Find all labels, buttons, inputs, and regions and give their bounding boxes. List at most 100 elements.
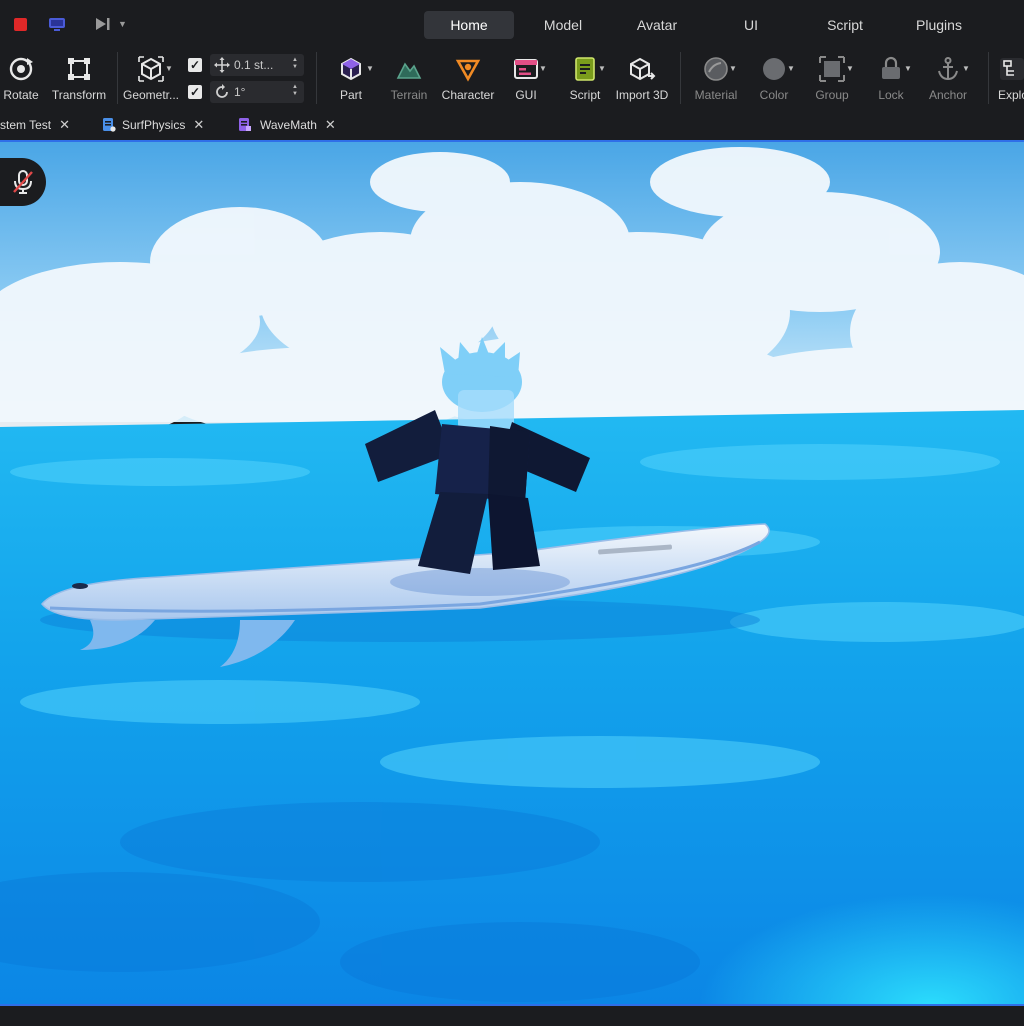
mic-muted-icon: [13, 170, 33, 194]
doc-tab-system-test[interactable]: stem Test ✕: [0, 110, 70, 140]
ribbon-divider: [117, 52, 118, 104]
status-bar: [0, 1004, 1024, 1026]
anchor-icon: [935, 54, 961, 84]
explorer-button[interactable]: Explo: [998, 46, 1024, 110]
mute-mic-button[interactable]: [0, 158, 46, 206]
part-icon: [338, 54, 364, 84]
script-label: Script: [569, 88, 601, 102]
script-button[interactable]: Script: [562, 46, 608, 110]
gui-button[interactable]: GUI: [504, 46, 548, 110]
group-icon: [819, 54, 845, 84]
screen-icon[interactable]: [48, 13, 66, 35]
stepper-icon[interactable]: ▲ ▼: [292, 84, 298, 98]
transform-icon: [66, 54, 92, 84]
script-file-icon: [103, 118, 116, 132]
ribbon-divider: [680, 52, 681, 104]
material-label: Material: [694, 88, 738, 102]
move-snap-value: 0.1 st...: [234, 58, 274, 72]
doc-tab-surfphysics[interactable]: SurfPhysics ✕: [102, 110, 204, 140]
title-bar: ▼ Home Model Avatar UI Script Plugins: [0, 0, 1024, 46]
close-icon[interactable]: ✕: [59, 117, 70, 133]
rotate-snap-value: 1°: [234, 85, 246, 99]
material-icon: [703, 54, 729, 84]
explorer-icon: [998, 54, 1024, 84]
tab-plugins[interactable]: Plugins: [894, 11, 984, 39]
character-button[interactable]: Character: [438, 46, 498, 110]
color-dropdown-icon[interactable]: ▼: [787, 64, 795, 73]
gui-dropdown-icon[interactable]: ▼: [539, 64, 547, 73]
character-icon: [455, 54, 481, 84]
material-dropdown-icon[interactable]: ▼: [729, 64, 737, 73]
geometry-icon: [138, 54, 164, 84]
script-icon: [572, 54, 598, 84]
surfboard-leash-plug: [72, 583, 88, 589]
import-3d-label: Import 3D: [615, 88, 669, 102]
doc-tab-wavemath[interactable]: WaveMath ✕: [238, 110, 336, 140]
part-dropdown-icon[interactable]: ▼: [366, 64, 374, 73]
move-snap-row: ✓ 0.1 st... ▲ ▼: [188, 54, 304, 76]
surf-scene: [0, 142, 1024, 1006]
group-label: Group: [815, 88, 849, 102]
stop-icon: [14, 17, 27, 31]
rotate-button[interactable]: Rotate: [0, 46, 42, 110]
group-dropdown-icon[interactable]: ▼: [846, 64, 854, 73]
step-play-icon[interactable]: [94, 13, 112, 35]
ribbon-divider: [988, 52, 989, 104]
part-label: Part: [339, 88, 362, 102]
doc-tab-label: stem Test: [0, 118, 52, 132]
lock-dropdown-icon[interactable]: ▼: [904, 64, 912, 73]
menu-tabs: Home Model Avatar UI Script Plugins: [424, 11, 984, 39]
import-3d-icon: [628, 54, 656, 84]
rotate-snap-input[interactable]: 1° ▲ ▼: [210, 81, 304, 103]
ribbon-divider: [316, 52, 317, 104]
rotate-snap-icon: [216, 84, 228, 98]
close-icon[interactable]: ✕: [193, 117, 204, 133]
document-tabs: stem Test ✕ SurfPhysics ✕ WaveMath ✕: [0, 110, 1024, 140]
anchor-dropdown-icon[interactable]: ▼: [962, 64, 970, 73]
tab-model[interactable]: Model: [518, 11, 608, 39]
ribbon-toolbar: Rotate Transform Geometr... ▼ ✓ 0.1 st..…: [0, 46, 1024, 110]
tab-script[interactable]: Script: [800, 11, 890, 39]
game-viewport[interactable]: [0, 140, 1024, 1006]
tab-ui[interactable]: UI: [706, 11, 796, 39]
lock-icon: [878, 54, 904, 84]
script-dropdown-icon[interactable]: ▼: [598, 64, 606, 73]
tab-home[interactable]: Home: [424, 11, 514, 39]
stepper-icon[interactable]: ▲ ▼: [292, 57, 298, 71]
color-icon: [761, 54, 787, 84]
move-snap-input[interactable]: 0.1 st... ▲ ▼: [210, 54, 304, 76]
rotate-snap-checkbox[interactable]: ✓: [188, 85, 202, 99]
close-icon[interactable]: ✕: [325, 117, 336, 133]
geometry-button[interactable]: Geometr...: [122, 46, 180, 110]
tab-avatar[interactable]: Avatar: [612, 11, 702, 39]
terrain-button[interactable]: Terrain: [386, 46, 432, 110]
group-button[interactable]: Group: [808, 46, 856, 110]
transform-button[interactable]: Transform: [48, 46, 110, 110]
transform-label: Transform: [51, 88, 107, 102]
material-button[interactable]: Material: [690, 46, 742, 110]
terrain-icon: [396, 54, 422, 84]
rotate-icon: [8, 54, 34, 84]
anchor-button[interactable]: Anchor: [924, 46, 972, 110]
geometry-label: Geometr...: [122, 88, 180, 102]
terrain-label: Terrain: [390, 88, 428, 102]
lock-label: Lock: [878, 88, 904, 102]
gui-icon: [513, 54, 539, 84]
doc-tab-label: WaveMath: [260, 118, 317, 132]
explorer-label: Explo: [998, 88, 1024, 102]
rotate-label: Rotate: [3, 88, 39, 102]
anchor-label: Anchor: [928, 88, 968, 102]
gui-label: GUI: [515, 88, 537, 102]
doc-tab-label: SurfPhysics: [122, 118, 186, 132]
character-label: Character: [441, 88, 495, 102]
lock-button[interactable]: Lock: [868, 46, 914, 110]
module-script-icon: [239, 118, 251, 131]
part-button[interactable]: Part: [326, 46, 376, 110]
color-button[interactable]: Color: [754, 46, 794, 110]
geometry-dropdown-icon[interactable]: ▼: [165, 64, 173, 73]
light-glow: [560, 782, 1024, 1006]
chevron-down-icon[interactable]: ▼: [118, 13, 127, 35]
import-3d-button[interactable]: Import 3D: [612, 46, 672, 110]
stop-button[interactable]: [14, 13, 30, 35]
move-snap-checkbox[interactable]: ✓: [188, 58, 202, 72]
